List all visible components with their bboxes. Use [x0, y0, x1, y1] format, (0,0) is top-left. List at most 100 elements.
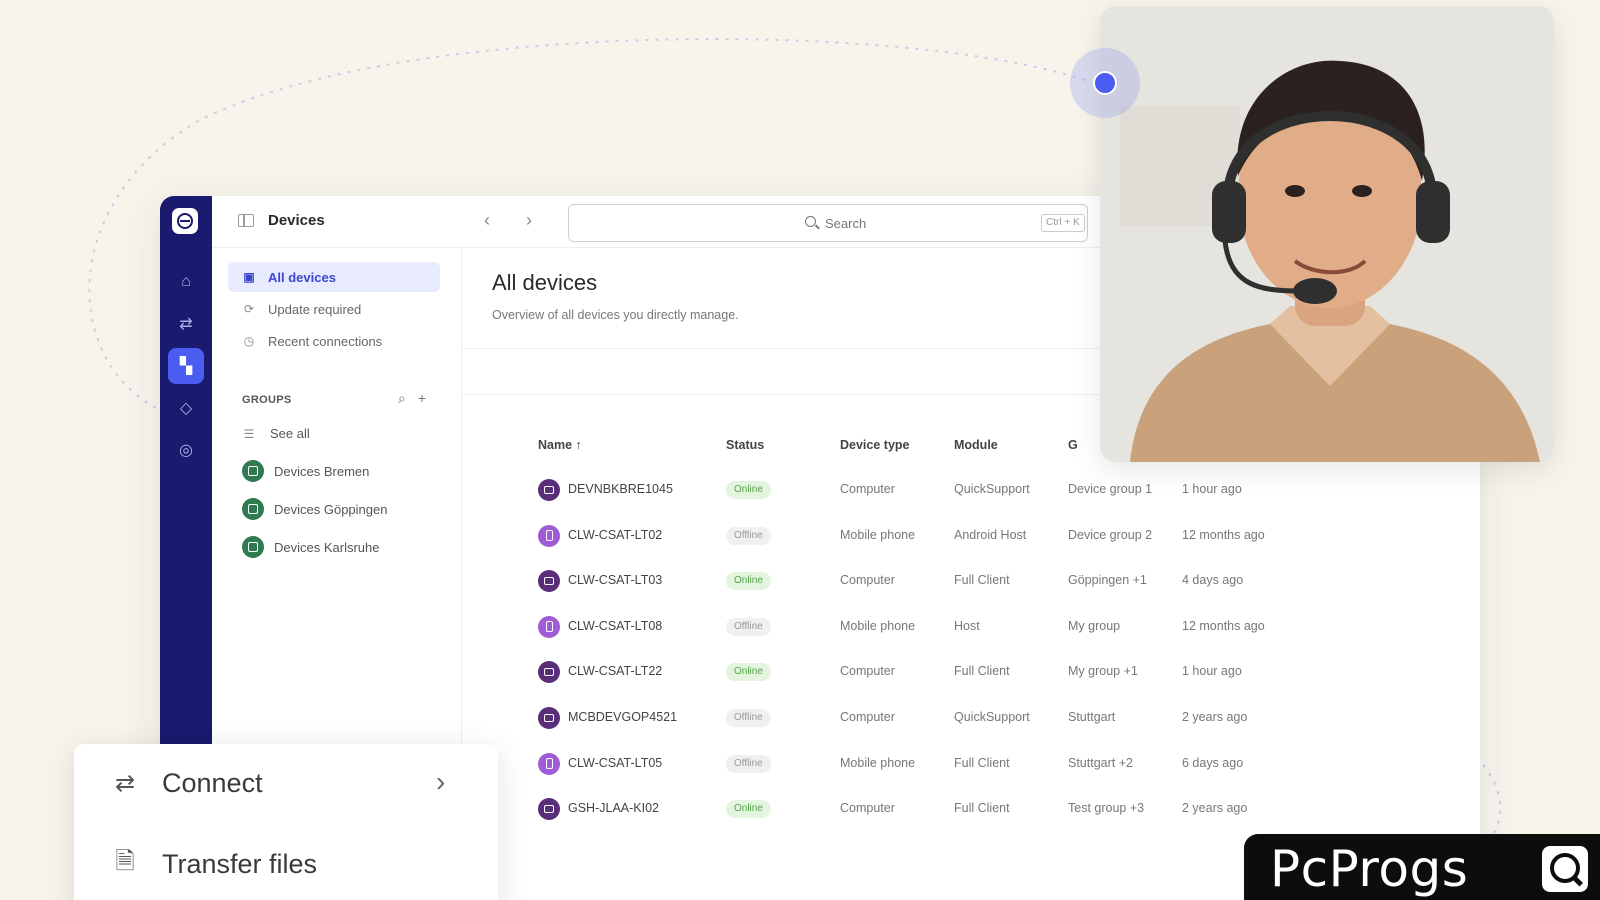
settings-icon[interactable]: ◎: [168, 432, 204, 468]
group-icon: [242, 536, 264, 558]
computer-icon: [538, 661, 560, 684]
sidebar-item-recent-connections[interactable]: ◷ Recent connections: [228, 326, 440, 356]
device-name: CLW-CSAT-LT03: [568, 573, 663, 588]
devices-list-icon: ▣: [243, 270, 255, 284]
device-group: Device group 2: [1068, 527, 1153, 542]
device-module: QuickSupport: [954, 710, 1030, 724]
forward-arrow-icon[interactable]: ›: [526, 210, 532, 231]
column-header-module[interactable]: Module: [954, 438, 998, 452]
sidebar-item-all-devices[interactable]: ▣ All devices: [228, 262, 440, 292]
update-icon: ⟳: [243, 302, 255, 316]
column-header-name[interactable]: Name ↑: [538, 438, 582, 452]
status-badge: Offline: [726, 754, 771, 773]
diamond-icon[interactable]: ◇: [168, 390, 204, 426]
device-group: Göppingen +1: [1068, 573, 1147, 588]
table-row[interactable]: CLW-CSAT-LT22 Online Computer Full Client My…: [462, 658, 1462, 688]
support-agent-illustration: [1100, 6, 1554, 462]
connect-action[interactable]: ⇄ Connect: [110, 768, 263, 799]
device-type: Mobile phone: [840, 618, 916, 633]
group-label: Devices Bremen: [274, 463, 370, 479]
group-item-karlsruhe[interactable]: Devices Karlsruhe: [242, 536, 380, 558]
device-module: Host: [954, 618, 980, 633]
device-name: CLW-CSAT-LT05: [568, 755, 663, 770]
status-badge: Offline: [726, 709, 771, 727]
device-group: Device group 1: [1068, 482, 1153, 496]
sidebar-item-label: Recent connections: [268, 333, 383, 349]
device-group: Stuttgart +2: [1068, 755, 1133, 770]
list-icon: ☰: [243, 426, 255, 441]
group-item-bremen[interactable]: Devices Bremen: [242, 460, 369, 482]
device-group: Test group +3: [1068, 801, 1145, 816]
sidebar-item-update-required[interactable]: ⟳ Update required: [228, 294, 440, 324]
phone-icon: [538, 752, 560, 775]
device-type: Computer: [840, 664, 895, 679]
computer-icon: [538, 479, 560, 501]
device-type: Computer: [840, 482, 895, 496]
last-seen: 4 days ago: [1182, 573, 1244, 588]
device-type: Computer: [840, 573, 895, 588]
watermark-badge: PcProgs: [1244, 834, 1600, 900]
table-row[interactable]: CLW-CSAT-LT02 Offline Mobile phone Android …: [462, 522, 1462, 552]
device-group: Stuttgart: [1068, 710, 1116, 724]
devices-icon[interactable]: ▚: [168, 348, 204, 384]
group-label: Devices Göppingen: [274, 501, 388, 517]
status-badge: Offline: [726, 617, 771, 636]
table-row[interactable]: CLW-CSAT-LT05 Offline Mobile phone Full Cli…: [462, 750, 1462, 780]
computer-icon: [538, 570, 560, 593]
connect-arrows-icon: ⇄: [114, 770, 136, 797]
device-module: Full Client: [954, 755, 1010, 770]
device-module: Full Client: [954, 573, 1010, 588]
quick-actions-card: ⇄ Connect › 🗎 Transfer files: [74, 744, 498, 900]
column-header-device-type[interactable]: Device type: [840, 438, 909, 452]
status-badge: Online: [726, 800, 771, 819]
group-label: See all: [270, 426, 310, 441]
table-row[interactable]: GSH-JLAA-KI02 Online Computer Full Client Te…: [462, 795, 1462, 825]
last-seen: 2 years ago: [1182, 710, 1248, 724]
back-arrow-icon[interactable]: ‹: [484, 210, 490, 231]
content-title: All devices: [492, 270, 598, 295]
group-icon: [242, 460, 264, 482]
group-see-all[interactable]: ☰ See all: [242, 426, 310, 441]
connect-arrows-icon[interactable]: ⇄: [168, 306, 204, 342]
search-groups-icon[interactable]: ⌕: [398, 390, 406, 406]
column-header-status[interactable]: Status: [726, 438, 764, 452]
device-type: Mobile phone: [840, 755, 916, 770]
device-module: Full Client: [954, 664, 1010, 679]
home-icon[interactable]: ⌂: [168, 264, 204, 300]
sidebar-item-label: Update required: [268, 301, 362, 317]
device-name: GSH-JLAA-KI02: [568, 801, 660, 816]
device-module: Android Host: [954, 527, 1027, 542]
last-seen: 12 months ago: [1182, 527, 1265, 542]
transfer-files-action[interactable]: 🗎 Transfer files: [110, 844, 317, 885]
device-group: My group +1: [1068, 664, 1138, 679]
table-row[interactable]: CLW-CSAT-LT08 Offline Mobile phone Host My g…: [462, 613, 1462, 643]
last-seen: 6 days ago: [1182, 755, 1244, 770]
sidebar-item-label: All devices: [268, 269, 336, 285]
clock-icon: ◷: [243, 334, 255, 348]
transfer-label: Transfer files: [162, 849, 318, 879]
page-title: Devices: [268, 212, 325, 229]
search-input[interactable]: Search Ctrl + K: [568, 204, 1088, 242]
status-badge: Offline: [726, 526, 771, 545]
connect-label: Connect: [162, 768, 263, 798]
table-row[interactable]: DEVNBKBRE1045 Online Computer QuickSupport D…: [462, 476, 1462, 506]
device-name: DEVNBKBRE1045: [568, 482, 673, 496]
content-subtitle: Overview of all devices you directly man…: [492, 308, 739, 322]
chevron-right-icon[interactable]: ›: [436, 766, 445, 798]
last-seen: 12 months ago: [1182, 618, 1265, 633]
support-agent-photo: [1100, 6, 1554, 462]
add-group-icon[interactable]: +: [418, 390, 426, 406]
column-header-group[interactable]: G: [1068, 438, 1078, 452]
last-seen: 1 hour ago: [1182, 664, 1242, 679]
groups-tools: ⌕ +: [398, 390, 438, 407]
search-shortcut-hint: Ctrl + K: [1041, 214, 1085, 232]
connection-pin: [1093, 71, 1117, 95]
device-group: My group: [1068, 618, 1121, 633]
table-row[interactable]: CLW-CSAT-LT03 Online Computer Full Client Gö…: [462, 567, 1462, 597]
toggle-sidebar-icon[interactable]: [238, 214, 254, 227]
app-logo[interactable]: [172, 208, 198, 234]
table-row[interactable]: MCBDEVGOP4521 Offline Computer QuickSupport…: [462, 704, 1462, 734]
device-type: Computer: [840, 801, 895, 816]
group-item-goeppingen[interactable]: Devices Göppingen: [242, 498, 387, 520]
status-badge: Online: [726, 663, 771, 682]
